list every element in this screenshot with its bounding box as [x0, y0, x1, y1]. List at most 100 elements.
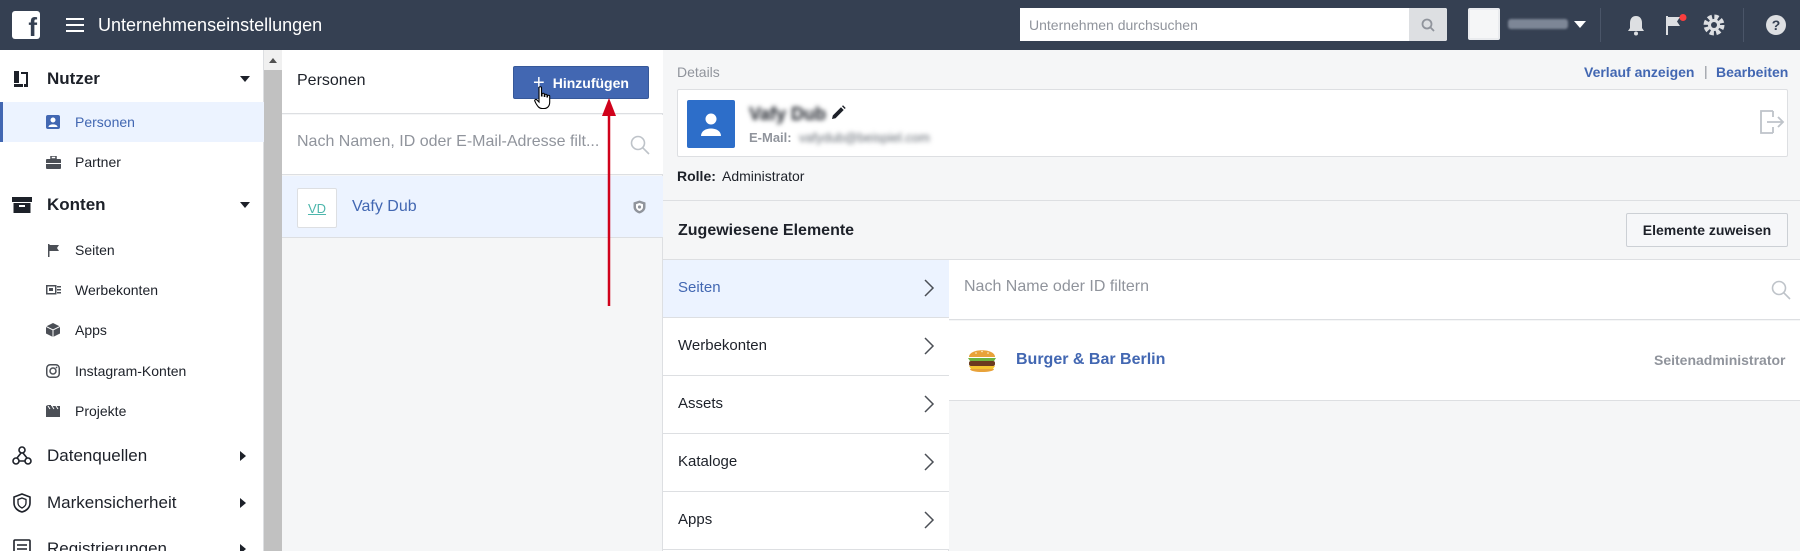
asset-role: Seitenadministrator — [1654, 352, 1786, 368]
asset-type-kataloge[interactable]: Kataloge — [663, 434, 949, 492]
gear-icon[interactable] — [1702, 13, 1726, 37]
page-title: Unternehmenseinstellungen — [98, 14, 323, 35]
briefcase-icon — [45, 154, 61, 170]
assign-elements-button[interactable]: Elemente zuweisen — [1626, 213, 1788, 247]
chevron-right-icon — [240, 451, 246, 461]
email-value-blurred: vafydub@beispiel.com — [799, 130, 930, 145]
search-icon — [1771, 280, 1791, 300]
asset-type-label: Kataloge — [678, 453, 738, 470]
asset-type-werbekonten[interactable]: Werbekonten — [663, 318, 949, 376]
sidebar-section-label: Registrierungen — [47, 539, 168, 551]
remove-user-icon[interactable] — [1759, 110, 1785, 134]
assigned-elements-title: Zugewiesene Elemente — [678, 222, 855, 239]
pencil-icon[interactable] — [830, 105, 846, 121]
asset-type-assets[interactable]: Assets — [663, 376, 949, 434]
person-name: Vafy Dub — [352, 198, 417, 215]
sidebar-item-apps[interactable]: Apps — [0, 310, 264, 350]
sidebar-item-personen[interactable]: Personen — [0, 102, 264, 142]
instagram-icon — [45, 363, 61, 379]
help-icon[interactable]: ? — [1764, 13, 1788, 37]
chevron-down-icon — [240, 76, 250, 82]
details-label: Details — [677, 64, 720, 80]
divider — [1600, 8, 1601, 42]
chevron-right-icon — [924, 453, 935, 471]
ad-account-icon — [45, 282, 61, 298]
person-icon — [45, 114, 61, 130]
asset-filter — [949, 260, 1800, 320]
hand-cursor-icon — [534, 86, 551, 110]
divider — [1743, 8, 1744, 42]
chevron-right-icon — [240, 498, 246, 508]
data-sources-icon — [12, 446, 32, 466]
link-separator: | — [1704, 63, 1708, 79]
sidebar-scrollbar[interactable] — [264, 50, 282, 551]
sidebar-item-label: Personen — [75, 114, 135, 130]
sidebar-section-data-sources[interactable]: Datenquellen — [0, 436, 264, 476]
business-search-input[interactable] — [1020, 8, 1409, 41]
chevron-right-icon — [924, 337, 935, 355]
sidebar-item-label: Partner — [75, 154, 121, 170]
burger-page-icon — [968, 350, 996, 372]
cube-icon — [45, 322, 61, 338]
search-icon — [1421, 18, 1435, 32]
sidebar-section-registrations[interactable]: Registrierungen — [0, 529, 264, 551]
annotation-arrow — [602, 98, 616, 306]
sidebar-section-label: Konten — [47, 195, 106, 214]
role-label: Rolle: — [677, 168, 716, 184]
sidebar-section-label: Datenquellen — [47, 446, 148, 465]
business-name-blurred — [1508, 19, 1568, 29]
sidebar-item-label: Apps — [75, 322, 107, 338]
search-button[interactable] — [1409, 8, 1447, 41]
scrollbar-up-button[interactable] — [264, 50, 282, 70]
sidebar-section-label: Nutzer — [47, 69, 100, 88]
asset-type-seiten[interactable]: Seiten — [663, 260, 949, 318]
folder-icon — [45, 403, 61, 419]
asset-type-apps[interactable]: Apps — [663, 492, 949, 550]
add-button-label: Hinzufügen — [552, 74, 629, 91]
sidebar-item-label: Projekte — [75, 403, 127, 419]
asset-type-label: Werbekonten — [678, 337, 767, 354]
chevron-up-icon — [269, 58, 277, 63]
person-icon — [701, 113, 721, 136]
business-search — [1020, 8, 1447, 41]
business-account-switcher[interactable] — [1468, 8, 1586, 40]
persons-title: Personen — [297, 72, 366, 89]
archive-icon — [12, 195, 32, 215]
chevron-down-icon — [1574, 20, 1586, 28]
sidebar-section-users[interactable]: Nutzer — [0, 59, 264, 99]
chevron-right-icon — [924, 279, 935, 297]
asset-type-label: Assets — [678, 395, 724, 412]
chevron-right-icon — [240, 544, 246, 551]
sidebar-item-projekte[interactable]: Projekte — [0, 391, 264, 431]
sidebar-item-seiten[interactable]: Seiten — [0, 230, 264, 270]
facebook-logo[interactable]: f — [12, 11, 40, 41]
flag-icon[interactable] — [1664, 13, 1688, 37]
email-label: E-Mail: — [749, 130, 792, 145]
chevron-down-icon — [240, 202, 250, 208]
persons-filter-input[interactable] — [297, 133, 617, 151]
edit-link[interactable]: Bearbeiten — [1716, 64, 1788, 80]
sidebar-item-label: Instagram-Konten — [75, 363, 187, 379]
shield-icon — [12, 493, 32, 513]
hamburger-icon[interactable] — [66, 18, 84, 32]
user-card: Vafy Dub E-Mail: vafydub@beispiel.com — [677, 89, 1788, 157]
view-history-link[interactable]: Verlauf anzeigen — [1584, 64, 1694, 80]
bell-icon[interactable] — [1624, 13, 1648, 37]
role-value: Administrator — [722, 168, 805, 184]
users-icon — [12, 69, 32, 89]
asset-type-list: Seiten Werbekonten Assets Kataloge Apps — [663, 260, 949, 551]
chevron-right-icon — [924, 395, 935, 413]
asset-row[interactable]: Burger & Bar Berlin Seitenadministrator — [949, 321, 1800, 401]
sidebar-item-partner[interactable]: Partner — [0, 142, 264, 182]
asset-filter-input[interactable] — [964, 278, 1724, 296]
sidebar-item-werbekonten[interactable]: Werbekonten — [0, 270, 264, 310]
asset-type-label: Apps — [678, 511, 713, 528]
sidebar-item-instagram[interactable]: Instagram-Konten — [0, 351, 264, 391]
sidebar-section-brand-safety[interactable]: Markensicherheit — [0, 483, 264, 523]
person-initials-avatar: VD — [297, 188, 337, 228]
admin-shield-icon — [633, 200, 646, 214]
sidebar-section-accounts[interactable]: Konten — [0, 185, 264, 225]
asset-name-link[interactable]: Burger & Bar Berlin — [1016, 351, 1165, 369]
sidebar-item-label: Werbekonten — [75, 282, 159, 298]
sidebar-item-label: Seiten — [75, 242, 115, 258]
